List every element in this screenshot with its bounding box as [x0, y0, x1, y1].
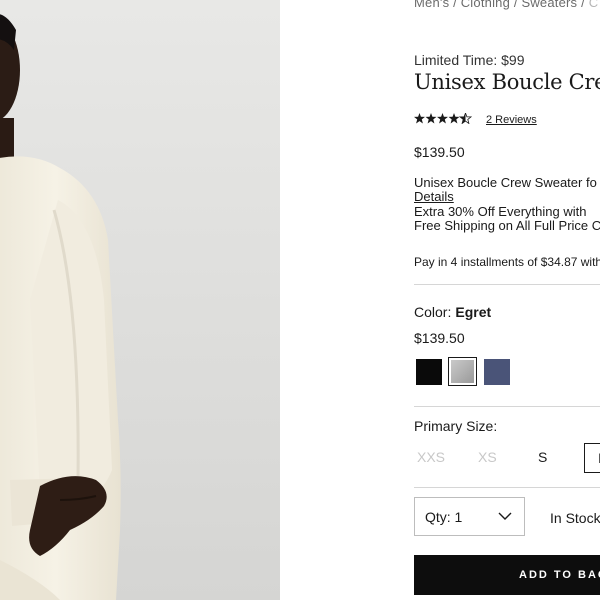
size-option-s[interactable]: S: [538, 449, 547, 465]
divider: [414, 487, 600, 488]
stock-status: In Stock: [550, 510, 600, 526]
product-title: Unisex Boucle Crew: [414, 70, 600, 94]
add-to-bag-label: ADD TO BAG: [519, 569, 600, 581]
breadcrumb: Men's / Clothing / Sweaters / C: [414, 0, 598, 10]
size-option-xxs[interactable]: XXS: [417, 449, 445, 465]
color-swatch-navy[interactable]: [484, 359, 510, 385]
breadcrumb-link-mens[interactable]: Men's: [414, 0, 449, 10]
color-label-row: Color: Egret: [414, 304, 491, 320]
quantity-select[interactable]: Qty: 1: [414, 497, 525, 536]
breadcrumb-link-clothing[interactable]: Clothing: [461, 0, 510, 10]
rating-row: 2 Reviews: [414, 111, 537, 127]
size-option-xs[interactable]: XS: [478, 449, 497, 465]
star-rating-icon: [414, 111, 473, 127]
color-swatch-egret-fill: [451, 360, 474, 383]
breadcrumb-separator: /: [453, 0, 457, 10]
size-label: Primary Size:: [414, 418, 498, 434]
divider: [414, 284, 600, 285]
stars-icon: [414, 111, 473, 125]
color-price: $139.50: [414, 330, 465, 346]
breadcrumb-separator: /: [513, 0, 518, 10]
product-description: Unisex Boucle Crew Sweater fo: [414, 175, 597, 190]
model-photo: [0, 0, 280, 600]
product-info-panel: Men's / Clothing / Sweaters / C Limited …: [414, 0, 600, 600]
breadcrumb-link-sweaters[interactable]: Sweaters: [521, 0, 577, 10]
breadcrumb-separator: /: [581, 0, 585, 10]
product-image: [0, 0, 280, 600]
add-to-bag-button[interactable]: ADD TO BAG: [414, 555, 600, 595]
promo-text: Limited Time: $99: [414, 52, 525, 68]
reviews-link[interactable]: 2 Reviews: [486, 114, 537, 126]
color-swatch-black[interactable]: [416, 359, 442, 385]
promo-line-free-shipping: Free Shipping on All Full Price C: [414, 218, 600, 233]
color-label: Color:: [414, 304, 452, 320]
details-link[interactable]: Details: [414, 189, 454, 204]
quantity-label: Qty: 1: [425, 508, 463, 525]
chevron-down-icon: [498, 512, 512, 520]
breadcrumb-current: C: [588, 0, 599, 10]
installments-text: Pay in 4 installments of $34.87 with: [414, 255, 600, 269]
divider: [414, 406, 600, 407]
promo-line-extra-off: Extra 30% Off Everything with: [414, 204, 587, 219]
product-price: $139.50: [414, 144, 465, 160]
color-swatch-egret[interactable]: [448, 357, 477, 386]
size-option-m[interactable]: M: [584, 443, 600, 473]
color-selected-value: Egret: [455, 304, 492, 320]
